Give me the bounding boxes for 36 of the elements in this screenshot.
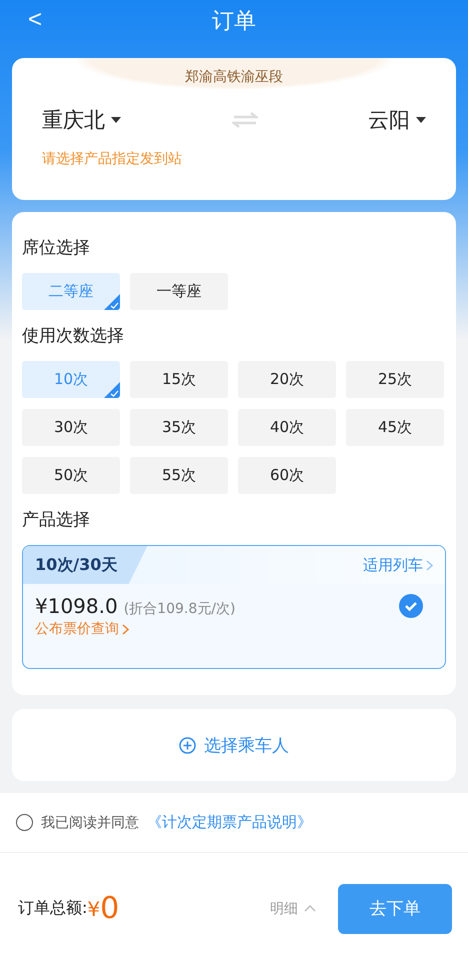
plus-circle-icon — [179, 736, 196, 754]
option-button[interactable]: 40次 — [238, 409, 336, 446]
option-button[interactable]: 45次 — [346, 409, 444, 446]
route-line-name: 郑渝高铁渝巫段 — [185, 68, 283, 86]
option-button[interactable]: 60次 — [238, 457, 336, 494]
option-button[interactable]: 15次 — [130, 361, 228, 398]
total-label: 订单总额: — [18, 898, 88, 919]
station-hint: 请选择产品指定发到站 — [42, 150, 183, 168]
chevron-right-icon — [426, 560, 433, 570]
chevron-right-icon — [122, 624, 129, 634]
chevron-up-icon — [304, 905, 316, 912]
product-price: ¥1098.0 — [35, 594, 118, 618]
departure-station-dropdown[interactable]: 重庆北 — [42, 106, 121, 134]
product-name: 10次/30天 — [23, 546, 148, 584]
option-button[interactable]: 55次 — [130, 457, 228, 494]
section-title: 使用次数选择 — [22, 325, 125, 347]
option-button[interactable]: 20次 — [238, 361, 336, 398]
option-button[interactable]: 50次 — [22, 457, 120, 494]
arrival-station-dropdown[interactable]: 云阳 — [368, 106, 426, 134]
currency-symbol: ¥ — [87, 896, 100, 920]
section-title: 产品选择 — [22, 509, 91, 531]
option-button[interactable]: 35次 — [130, 409, 228, 446]
check-corner-icon — [104, 382, 120, 398]
section-title: 席位选择 — [22, 237, 91, 259]
option-button[interactable]: 一等座 — [130, 273, 228, 310]
per-ride-price: (折合109.8元/次) — [124, 601, 236, 617]
dropdown-caret-icon — [111, 117, 121, 123]
agreement-text: 我已阅读并同意 — [41, 814, 139, 832]
agreement-radio[interactable] — [16, 814, 33, 831]
dropdown-caret-icon — [416, 117, 426, 123]
back-button[interactable]: < — [24, 6, 46, 34]
option-button[interactable]: 30次 — [22, 409, 120, 446]
check-corner-icon — [104, 294, 120, 310]
total-amount: 0 — [100, 891, 120, 926]
option-button[interactable]: 25次 — [346, 361, 444, 398]
page-title: 订单 — [212, 8, 256, 36]
